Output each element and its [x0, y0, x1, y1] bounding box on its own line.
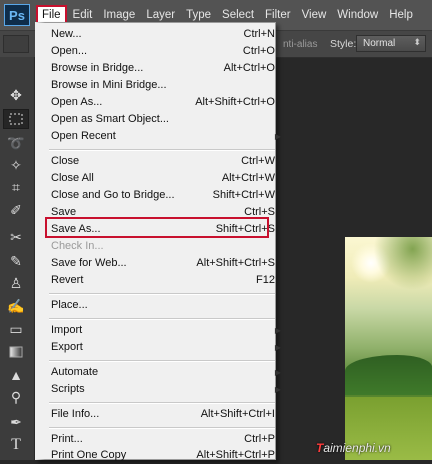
anti-alias-label: nti-alias	[283, 39, 318, 50]
save-as-highlight-box	[45, 217, 269, 238]
menu-item-close-and-go-to-bridge[interactable]: Close and Go to Bridge... Shift+Ctrl+W	[51, 187, 275, 204]
menu-separator	[49, 293, 275, 295]
lasso-icon[interactable]: ➰	[3, 133, 29, 153]
tool-preset-picker[interactable]	[3, 35, 29, 53]
hills	[345, 355, 432, 395]
submenu-arrow-icon: ▶	[274, 326, 281, 335]
file-menu-dropdown: New... Ctrl+N Open... Ctrl+O Browse in Bri…	[35, 22, 281, 461]
canvas-image	[345, 237, 432, 460]
move-icon[interactable]: ✥	[3, 85, 29, 105]
watermark: Taimienphi.vn	[316, 441, 391, 455]
menu-item-open-recent[interactable]: Open Recent ▶	[51, 128, 281, 145]
style-select[interactable]: Normal ⬍	[356, 35, 426, 52]
menu-item-close-all[interactable]: Close All Alt+Ctrl+W	[51, 170, 275, 187]
clone-stamp-icon[interactable]: ♙	[3, 273, 29, 293]
menu-item-file-info[interactable]: File Info... Alt+Shift+Ctrl+I	[51, 406, 275, 423]
submenu-arrow-icon: ▶	[274, 385, 281, 394]
menu-item-print-one-copy[interactable]: Print One Copy Alt+Shift+Ctrl+P	[51, 447, 275, 464]
menu-item-revert[interactable]: Revert F12	[51, 272, 275, 289]
menu-separator	[49, 149, 275, 151]
menu-item-import[interactable]: Import ▶	[51, 322, 281, 339]
menu-view[interactable]: View	[297, 6, 332, 24]
menu-item-export[interactable]: Export ▶	[51, 339, 281, 356]
chevron-updown-icon: ⬍	[413, 37, 421, 47]
menu-item-browse-in-mini-bridge[interactable]: Browse in Mini Bridge...	[51, 77, 271, 94]
menu-item-close[interactable]: Close Ctrl+W	[51, 153, 275, 170]
gradient-icon[interactable]	[3, 342, 29, 362]
healing-brush-icon[interactable]: ✂	[3, 227, 29, 247]
magic-wand-icon[interactable]: ✧	[3, 155, 29, 175]
submenu-arrow-icon: ▶	[274, 368, 281, 377]
menu-item-automate[interactable]: Automate ▶	[51, 364, 281, 381]
menu-item-scripts[interactable]: Scripts ▶	[51, 381, 281, 398]
type-icon[interactable]: T	[3, 435, 29, 455]
foliage	[367, 237, 432, 297]
submenu-arrow-icon: ▶	[274, 132, 281, 141]
menu-separator	[49, 318, 275, 320]
menu-window[interactable]: Window	[332, 6, 383, 24]
marquee-icon[interactable]	[3, 109, 29, 129]
menu-item-open[interactable]: Open... Ctrl+O	[51, 43, 275, 60]
blur-icon[interactable]: ▲	[3, 365, 29, 385]
brush-icon[interactable]: ✎	[3, 251, 29, 271]
menu-separator	[49, 402, 275, 404]
menu-item-browse-in-bridge[interactable]: Browse in Bridge... Alt+Ctrl+O	[51, 60, 275, 77]
menu-separator	[49, 360, 275, 362]
eraser-icon[interactable]: ▭	[3, 319, 29, 339]
dodge-icon[interactable]: ⚲	[3, 387, 29, 407]
eyedropper-icon[interactable]: ✐	[3, 200, 29, 220]
menu-item-print[interactable]: Print... Ctrl+P	[51, 431, 275, 448]
menu-item-save-for-web[interactable]: Save for Web... Alt+Shift+Ctrl+S	[51, 255, 275, 272]
submenu-arrow-icon: ▶	[274, 343, 281, 352]
menu-help[interactable]: Help	[384, 6, 418, 24]
style-select-value: Normal	[363, 38, 396, 49]
menu-separator	[49, 427, 275, 429]
history-brush-icon[interactable]: ✍	[3, 296, 29, 316]
menu-item-open-as-smart-object[interactable]: Open as Smart Object...	[51, 111, 271, 128]
style-label: Style:	[330, 38, 357, 50]
crop-icon[interactable]: ⌗	[3, 177, 29, 197]
photoshop-logo: Ps	[4, 4, 30, 26]
toolbox: ✥ ➰ ✧ ⌗ ✐ ✂ ✎ ♙ ✍ ▭ ▲ ⚲ ✒ T	[0, 57, 35, 460]
menu-item-place[interactable]: Place...	[51, 297, 271, 314]
menu-item-check-in: Check In...	[51, 240, 104, 252]
pen-icon[interactable]: ✒	[3, 412, 29, 432]
menu-item-open-as[interactable]: Open As... Alt+Shift+Ctrl+O	[51, 94, 275, 111]
menu-item-new[interactable]: New... Ctrl+N	[51, 26, 275, 43]
